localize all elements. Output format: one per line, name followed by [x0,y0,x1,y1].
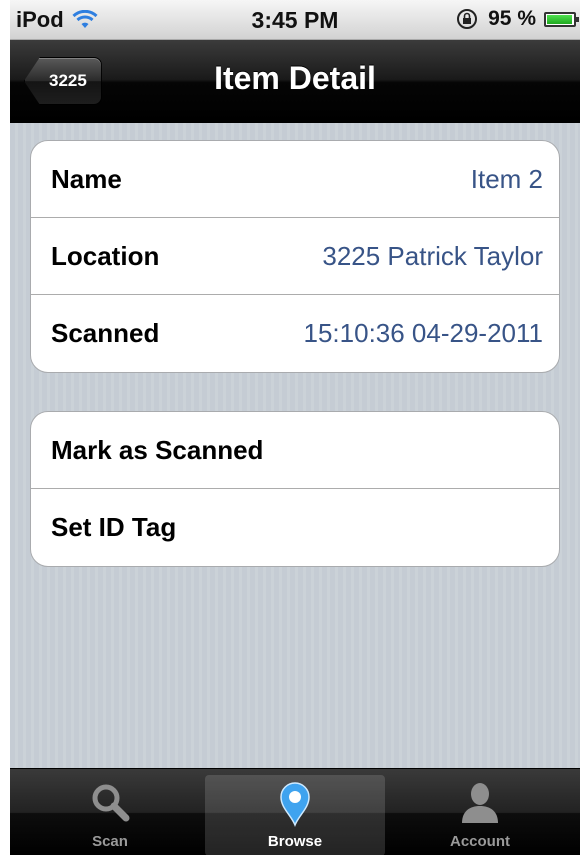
tab-label: Browse [267,833,323,850]
rotation-lock-icon [457,9,478,29]
battery-percent: 95 % [488,7,536,30]
detail-value: Item 2 [470,164,543,194]
map-pin-icon [280,782,310,827]
action-label: Mark as Scanned [51,435,264,465]
detail-value: 3225 Patrick Taylor [322,241,543,271]
magnifier-icon [92,784,130,822]
tab-scan[interactable]: Scan [20,769,200,855]
detail-label: Scanned [51,318,160,348]
detail-row-location: Location 3225 Patrick Taylor [31,218,559,295]
status-right: 95 % [456,7,579,31]
tab-browse[interactable]: Browse [205,775,385,855]
page-title: Item Detail [214,60,376,96]
navigation-bar: 3225 Item Detail [10,40,580,123]
mark-as-scanned-button[interactable]: Mark as Scanned [31,412,559,489]
detail-label: Location [51,241,160,271]
tab-bar: Scan Browse Account [10,768,580,855]
detail-row-scanned: Scanned 15:10:36 04-29-2011 [31,295,559,372]
device-screen: iPod 3:45 PM 95 % 3225 Item Detail Name … [10,0,580,855]
tab-label: Scan [92,833,128,850]
battery-fill [547,14,572,24]
set-id-tag-button[interactable]: Set ID Tag [31,489,559,566]
action-label: Set ID Tag [51,512,177,542]
battery-icon [544,11,579,27]
tab-label: Account [450,833,510,850]
detail-row-name: Name Item 2 [31,141,559,218]
status-bar: iPod 3:45 PM 95 % [10,0,580,40]
detail-label: Name [51,164,122,194]
action-group: Mark as Scanned Set ID Tag [30,411,560,567]
detail-group: Name Item 2 Location 3225 Patrick Taylor… [30,140,560,373]
detail-value: 15:10:36 04-29-2011 [303,318,544,348]
person-icon [462,783,498,823]
tab-account[interactable]: Account [390,769,570,855]
